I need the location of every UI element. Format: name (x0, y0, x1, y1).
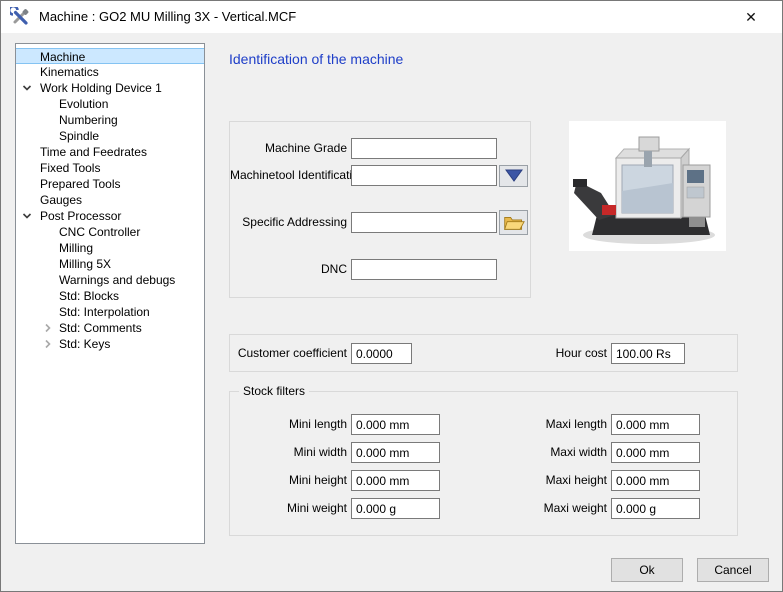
tree-panel: Machine Kinematics Work Holding Device 1… (15, 43, 205, 544)
identification-group: Machine Grade Machinetool Identification… (229, 121, 531, 298)
tree-item-prepared-tools[interactable]: Prepared Tools (16, 176, 204, 192)
maxi-height-label: Maxi height (490, 470, 607, 491)
maxi-weight-field[interactable] (611, 498, 700, 519)
mini-weight-label: Mini weight (230, 498, 347, 519)
mini-length-field[interactable] (351, 414, 440, 435)
window-title: Machine : GO2 MU Milling 3X - Vertical.M… (39, 1, 296, 33)
cancel-button[interactable]: Cancel (697, 558, 769, 582)
tree-item-kinematics[interactable]: Kinematics (16, 64, 204, 80)
machine-dialog: Machine : GO2 MU Milling 3X - Vertical.M… (0, 0, 783, 592)
tree-item-milling[interactable]: Milling (16, 240, 204, 256)
hour-cost-field[interactable] (611, 343, 685, 364)
mini-weight-field[interactable] (351, 498, 440, 519)
maxi-length-label: Maxi length (490, 414, 607, 435)
tree-item-std-comments[interactable]: Std: Comments (16, 320, 204, 336)
tree-item-std-interpolation[interactable]: Std: Interpolation (16, 304, 204, 320)
tree-item-evolution[interactable]: Evolution (16, 96, 204, 112)
tree-item-warnings-and-debugs[interactable]: Warnings and debugs (16, 272, 204, 288)
maxi-length-field[interactable] (611, 414, 700, 435)
tree-item-std-keys[interactable]: Std: Keys (16, 336, 204, 352)
dnc-label: DNC (230, 259, 347, 280)
customer-coefficient-field[interactable] (351, 343, 412, 364)
chevron-down-icon[interactable] (22, 83, 32, 93)
tree-item-time-and-feedrates[interactable]: Time and Feedrates (16, 144, 204, 160)
mini-width-field[interactable] (351, 442, 440, 463)
page-title: Identification of the machine (229, 51, 403, 67)
specific-addressing-label: Specific Addressing (230, 212, 347, 233)
maxi-height-field[interactable] (611, 470, 700, 491)
tree-item-gauges[interactable]: Gauges (16, 192, 204, 208)
chevron-down-icon[interactable] (22, 211, 32, 221)
machine-grade-label: Machine Grade (230, 138, 347, 159)
specific-addressing-field[interactable] (351, 212, 497, 233)
tree-item-work-holding-device-1[interactable]: Work Holding Device 1 (16, 80, 204, 96)
tree-item-machine[interactable]: Machine (16, 48, 204, 64)
stock-filters-legend: Stock filters (239, 384, 309, 398)
tools-icon (10, 7, 30, 27)
tree-item-std-blocks[interactable]: Std: Blocks (16, 288, 204, 304)
tree-item-spindle[interactable]: Spindle (16, 128, 204, 144)
mini-width-label: Mini width (230, 442, 347, 463)
maxi-width-label: Maxi width (490, 442, 607, 463)
mini-length-label: Mini length (230, 414, 347, 435)
chevron-right-icon[interactable] (43, 323, 53, 333)
tree-item-numbering[interactable]: Numbering (16, 112, 204, 128)
dnc-field[interactable] (351, 259, 497, 280)
tree-item-milling-5x[interactable]: Milling 5X (16, 256, 204, 272)
machine-grade-field[interactable] (351, 138, 497, 159)
ok-button[interactable]: Ok (611, 558, 683, 582)
machinetool-identification-label: Machinetool Identification (230, 165, 347, 186)
machinetool-id-dropdown-button[interactable] (499, 165, 528, 187)
tree-item-post-processor[interactable]: Post Processor (16, 208, 204, 224)
dropdown-arrow-icon (504, 169, 524, 183)
tree-item-cnc-controller[interactable]: CNC Controller (16, 224, 204, 240)
customer-coefficient-label: Customer coefficient (230, 343, 347, 364)
stock-filters-group: Stock filters Mini length Maxi length Mi… (229, 391, 738, 536)
hour-cost-label: Hour cost (490, 343, 607, 364)
mini-height-label: Mini height (230, 470, 347, 491)
close-icon[interactable]: ✕ (738, 7, 764, 27)
browse-folder-button[interactable] (499, 210, 528, 235)
chevron-right-icon[interactable] (43, 339, 53, 349)
tree-item-fixed-tools[interactable]: Fixed Tools (16, 160, 204, 176)
titlebar: Machine : GO2 MU Milling 3X - Vertical.M… (1, 1, 782, 33)
costs-group: Customer coefficient Hour cost (229, 334, 738, 372)
maxi-weight-label: Maxi weight (490, 498, 607, 519)
machine-photo (569, 121, 726, 251)
open-folder-icon (503, 214, 525, 231)
mini-height-field[interactable] (351, 470, 440, 491)
machinetool-identification-field[interactable] (351, 165, 497, 186)
maxi-width-field[interactable] (611, 442, 700, 463)
